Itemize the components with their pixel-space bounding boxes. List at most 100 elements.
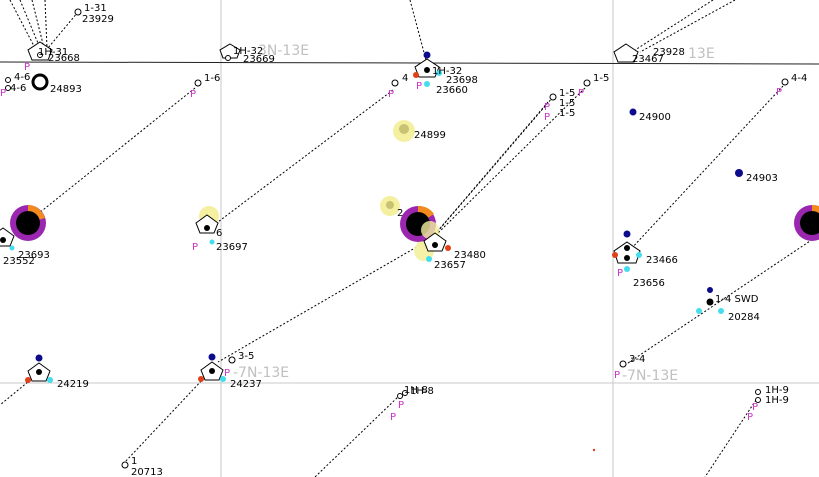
well-dot-red[interactable] [198, 376, 204, 382]
well-dot[interactable] [209, 368, 215, 374]
well-dot[interactable] [36, 369, 42, 375]
well-label: 20284 [728, 312, 760, 323]
well-dot-blue[interactable] [35, 354, 43, 362]
well-label: 4 [402, 73, 408, 84]
endpoint-circle[interactable] [583, 79, 591, 87]
well-dot-red[interactable] [445, 245, 451, 251]
endpoint-circle[interactable] [619, 360, 627, 368]
well-dot-blue[interactable] [735, 169, 743, 177]
endpoint-circle[interactable] [228, 356, 236, 364]
trajectory-line [27, 87, 196, 223]
bhl-marker[interactable]: P [190, 89, 196, 100]
bhl-marker[interactable]: P [776, 87, 782, 98]
well-dot-blue[interactable] [423, 51, 431, 59]
bhl-marker[interactable]: P [747, 412, 753, 423]
well-label: 23656 [633, 278, 665, 289]
well-dot-blue[interactable] [707, 287, 713, 293]
well-label: 6 [216, 228, 222, 239]
trajectory-line [19, 0, 41, 49]
well-dot-cyan[interactable] [624, 266, 630, 272]
well-label: 24903 [746, 173, 778, 184]
endpoint-circle[interactable] [121, 461, 129, 469]
section-label: -7N-13E [622, 368, 678, 384]
production-bubbles [199, 120, 440, 261]
bhl-marker[interactable]: P [617, 268, 623, 279]
trajectory-endpoints [5, 8, 789, 469]
bhl-marker[interactable]: P [544, 112, 550, 123]
well-dot[interactable] [706, 298, 714, 306]
well-label: 1H-9 [765, 395, 789, 406]
township-line [0, 61, 819, 65]
bubble-marker[interactable] [399, 124, 409, 134]
endpoint-circle[interactable] [391, 79, 399, 87]
trajectory-line [314, 394, 401, 477]
trajectory-line [44, 0, 48, 49]
bhl-marker[interactable]: P [192, 242, 198, 253]
well-label: 23466 [646, 255, 678, 266]
bhl-marker[interactable]: P [388, 89, 394, 100]
well-dot[interactable] [624, 245, 630, 251]
bhl-marker[interactable]: P [578, 88, 584, 99]
well-location-map[interactable]: 3N-13E 13E -7N-13E -7N-13E P P P P P P P… [0, 0, 819, 477]
endpoint-circle[interactable] [225, 55, 231, 61]
well-dot-red[interactable] [592, 448, 596, 452]
trajectory-line [209, 89, 394, 229]
well-dot-cyan[interactable] [718, 308, 724, 314]
bhl-marker[interactable]: P [390, 412, 396, 423]
well-label: 24237 [230, 379, 262, 390]
trajectory-line [217, 244, 421, 363]
endpoint-circle[interactable] [5, 77, 11, 83]
bhl-marker[interactable]: P [416, 81, 422, 92]
bhl-marker[interactable]: P [224, 368, 230, 379]
well-label: 1-31 [84, 3, 107, 14]
endpoint-circle[interactable] [755, 389, 761, 395]
well-dot-cyan[interactable] [696, 308, 702, 314]
endpoint-circle[interactable] [397, 393, 403, 399]
well-dot-cyan[interactable] [9, 245, 15, 251]
section-label: 13E [688, 46, 715, 62]
trajectory-line [9, 0, 36, 49]
well-dot[interactable] [0, 237, 6, 243]
well-dot[interactable] [624, 255, 630, 261]
trajectory-line [31, 0, 45, 49]
well-dot-blue[interactable] [208, 353, 216, 361]
well-dot-blue[interactable] [629, 108, 637, 116]
well-label: 23669 [243, 54, 275, 65]
bhl-marker[interactable]: P [0, 88, 6, 99]
trajectory-line [639, 0, 736, 53]
pie-bubble[interactable] [794, 204, 819, 241]
bhl-marker[interactable]: P [614, 370, 620, 381]
endpoint-circle[interactable] [74, 8, 82, 16]
well-dot-red[interactable] [25, 377, 31, 383]
well-dot-blue[interactable] [623, 230, 631, 238]
well-dot-cyan[interactable] [636, 252, 642, 258]
well-label: 1-6 [204, 73, 220, 84]
trajectory-line [431, 96, 554, 239]
bubble-marker[interactable] [386, 201, 394, 209]
endpoint-circle[interactable] [194, 79, 202, 87]
well-label: 23668 [48, 53, 80, 64]
well-dot[interactable] [31, 73, 49, 91]
trajectory-line [409, 0, 427, 61]
well-dot-cyan[interactable] [424, 81, 430, 87]
well-dot-cyan[interactable] [209, 239, 215, 245]
well-dot[interactable] [432, 242, 438, 248]
well-dot-red[interactable] [612, 252, 618, 258]
well-dot-red[interactable] [413, 72, 419, 78]
well-label: 3-4 [629, 354, 645, 365]
well-label: 20713 [131, 467, 163, 477]
trajectory-line [631, 0, 714, 53]
well-dot[interactable] [204, 225, 210, 231]
well-label: 23660 [436, 85, 468, 96]
well-label: 24899 [414, 130, 446, 141]
endpoint-circle[interactable] [549, 93, 557, 101]
trajectory-line [124, 377, 205, 463]
pie-bubble[interactable] [10, 205, 46, 241]
bhl-marker[interactable]: P [398, 400, 404, 411]
well-label: 1-4 SWD [715, 294, 759, 305]
endpoint-circle[interactable] [781, 78, 789, 86]
well-dot-cyan[interactable] [47, 377, 53, 383]
well-label: 1-5 [593, 73, 609, 84]
well-dot-cyan[interactable] [426, 256, 432, 262]
well-dot[interactable] [424, 67, 430, 73]
